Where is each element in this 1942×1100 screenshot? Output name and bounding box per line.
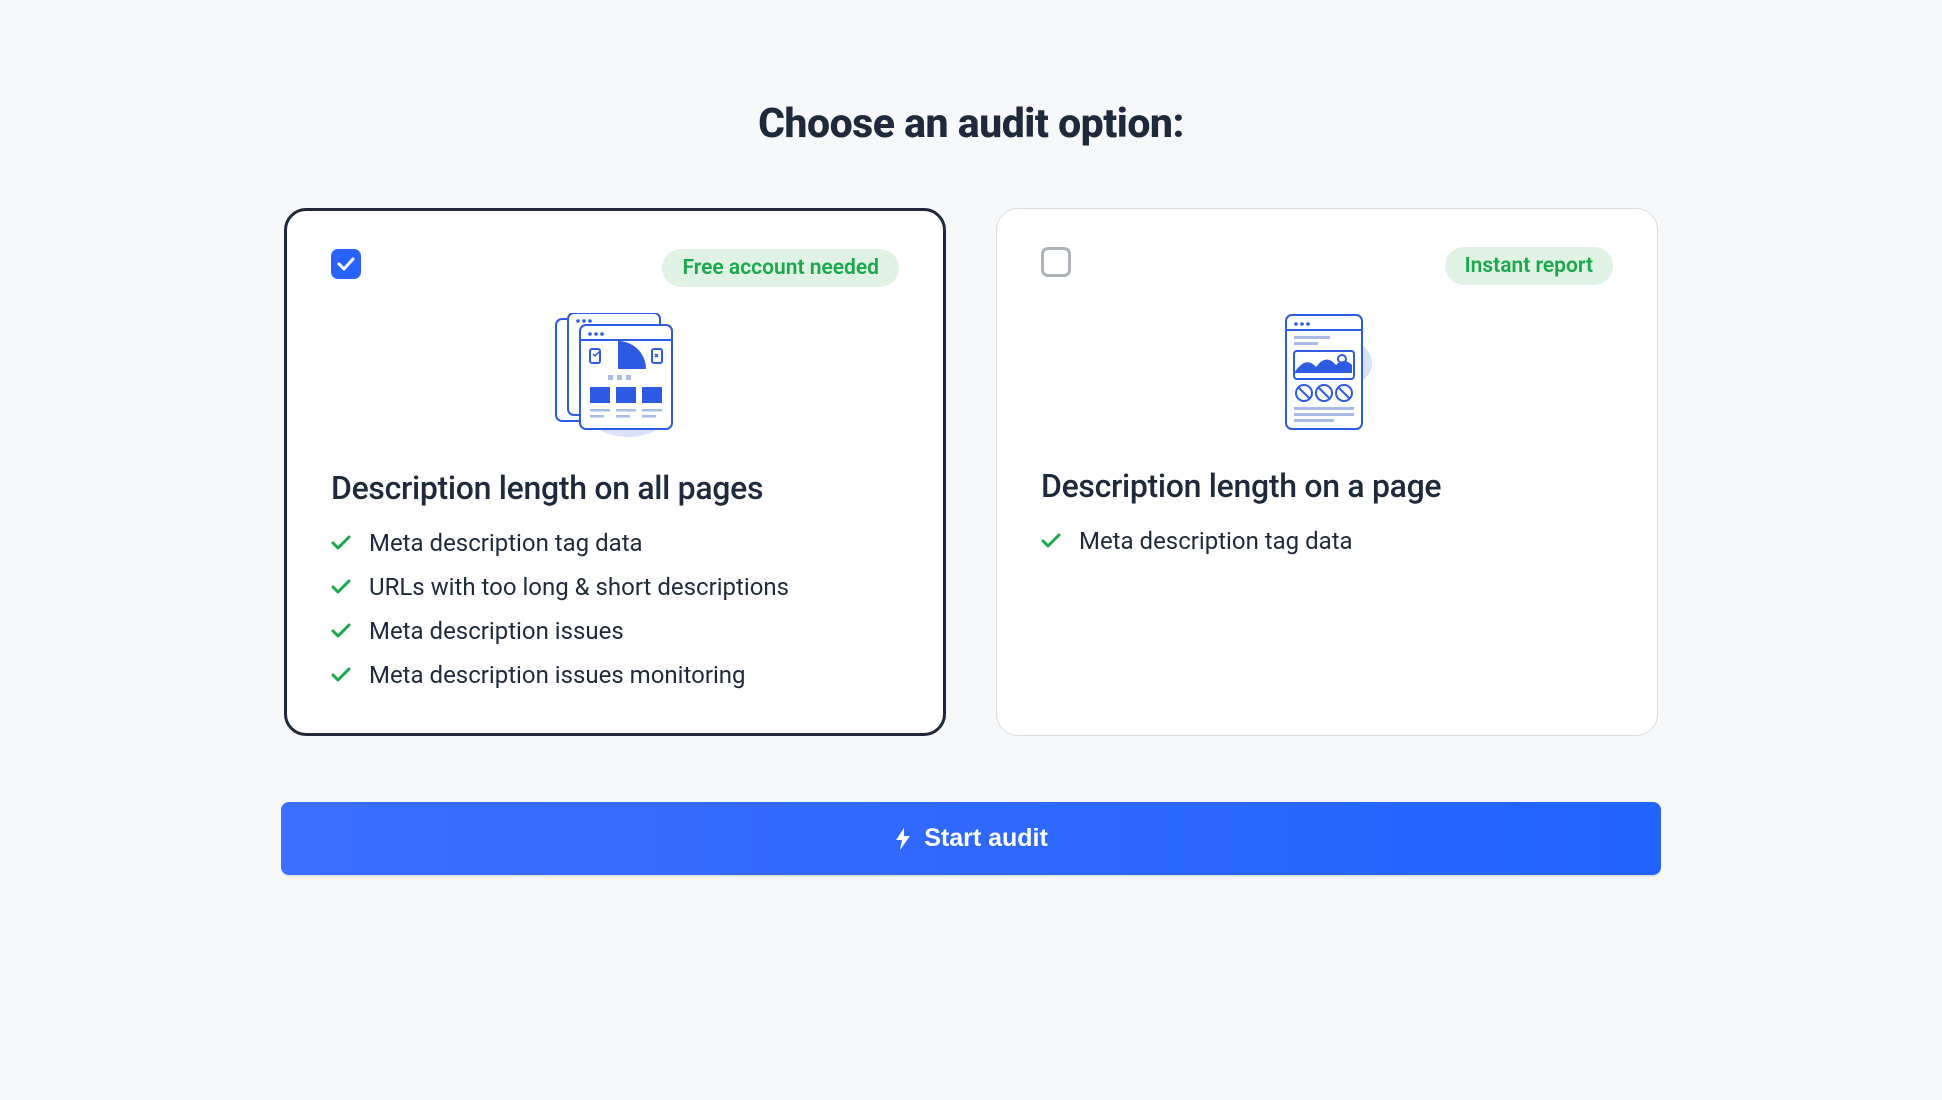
check-icon bbox=[337, 257, 355, 271]
bolt-icon bbox=[894, 828, 912, 850]
check-icon bbox=[331, 535, 351, 551]
feature-text: Meta description tag data bbox=[369, 529, 643, 557]
checkbox-checked[interactable] bbox=[331, 249, 361, 279]
feature-text: URLs with too long & short descriptions bbox=[369, 573, 789, 601]
checkbox-unchecked[interactable] bbox=[1041, 247, 1071, 277]
feature-item: Meta description tag data bbox=[331, 529, 899, 557]
check-icon bbox=[331, 623, 351, 639]
audit-option-single-page[interactable]: Instant report bbox=[996, 208, 1658, 736]
page-title: Choose an audit option: bbox=[281, 100, 1661, 148]
option-title: Description length on all pages bbox=[331, 469, 899, 507]
badge-instant-report: Instant report bbox=[1445, 247, 1613, 285]
check-icon bbox=[331, 579, 351, 595]
feature-text: Meta description issues bbox=[369, 617, 624, 645]
cta-label: Start audit bbox=[924, 824, 1048, 853]
feature-text: Meta description tag data bbox=[1079, 527, 1353, 555]
feature-list: Meta description tag data URLs with too … bbox=[331, 529, 899, 689]
option-title: Description length on a page bbox=[1041, 467, 1613, 505]
feature-text: Meta description issues monitoring bbox=[369, 661, 746, 689]
feature-list: Meta description tag data bbox=[1041, 527, 1613, 555]
multi-page-illustration bbox=[550, 313, 680, 439]
feature-item: URLs with too long & short descriptions bbox=[331, 573, 899, 601]
start-audit-button[interactable]: Start audit bbox=[281, 802, 1661, 875]
badge-free-account: Free account needed bbox=[662, 249, 899, 287]
feature-item: Meta description issues bbox=[331, 617, 899, 645]
feature-item: Meta description tag data bbox=[1041, 527, 1613, 555]
audit-option-all-pages[interactable]: Free account needed bbox=[284, 208, 946, 736]
feature-item: Meta description issues monitoring bbox=[331, 661, 899, 689]
check-icon bbox=[331, 667, 351, 683]
single-page-illustration bbox=[1272, 311, 1382, 437]
check-icon bbox=[1041, 533, 1061, 549]
audit-options: Free account needed bbox=[281, 208, 1661, 736]
